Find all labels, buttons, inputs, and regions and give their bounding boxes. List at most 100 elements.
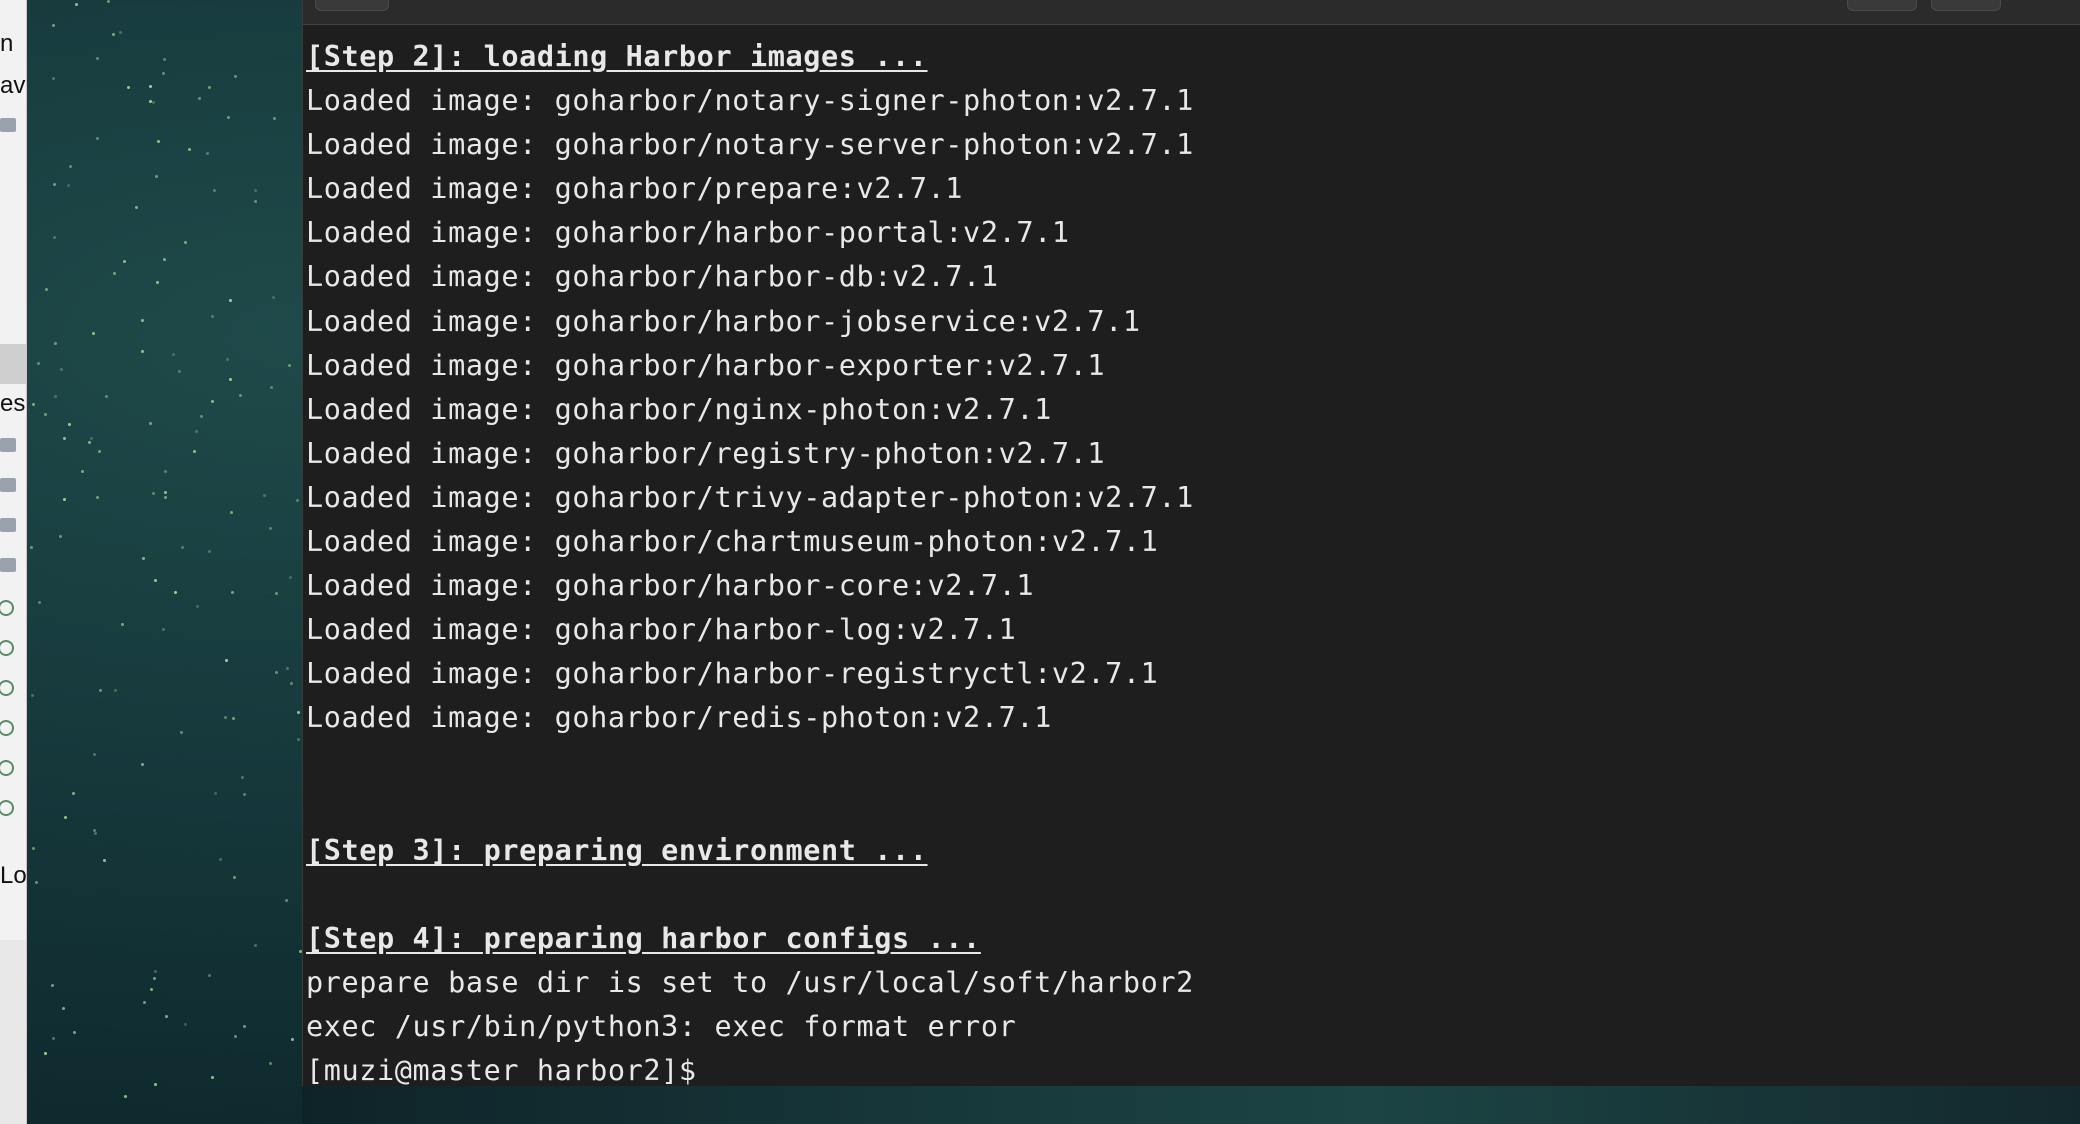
gear-icon[interactable] — [0, 640, 14, 656]
background-star — [243, 792, 247, 796]
background-star — [233, 1035, 237, 1039]
background-star — [162, 628, 166, 632]
background-star — [161, 71, 165, 75]
sidebar-text-fragment: es — [0, 390, 26, 417]
background-star — [45, 287, 49, 291]
background-star — [92, 828, 96, 832]
background-star — [192, 449, 196, 453]
desktop-background-bottom — [302, 1086, 2080, 1124]
background-star — [226, 115, 230, 119]
folder-icon[interactable] — [0, 558, 16, 572]
terminal-window[interactable]: [Step 2]: loading Harbor images ... Loade… — [302, 0, 2080, 1087]
file-browser-panel: n av es Lo — [0, 0, 27, 940]
background-star — [231, 717, 235, 721]
background-star — [95, 57, 99, 61]
background-star — [153, 1083, 157, 1087]
background-star — [154, 969, 158, 973]
background-star — [51, 1037, 55, 1041]
sidebar-text-fragment: Lo — [0, 862, 27, 889]
gear-icon[interactable] — [0, 800, 14, 816]
step-heading-text: [Step 4]: preparing harbor configs ... — [306, 921, 981, 955]
background-star — [71, 791, 75, 795]
background-star — [164, 496, 168, 500]
gear-icon[interactable] — [0, 600, 14, 616]
terminal-output-line: Loaded image: goharbor/trivy-adapter-pho… — [306, 480, 1194, 514]
background-star — [286, 667, 290, 671]
background-star — [269, 385, 273, 389]
background-star — [183, 241, 187, 245]
background-star — [97, 450, 101, 454]
terminal-output-line: Loaded image: goharbor/redis-photon:v2.7… — [306, 701, 1052, 735]
background-star — [113, 689, 117, 693]
background-star — [230, 510, 234, 514]
toolbar-button[interactable] — [1847, 0, 1917, 11]
terminal-output[interactable]: [Step 2]: loading Harbor images ... Loade… — [306, 35, 2071, 1093]
background-star — [75, 3, 79, 7]
step-heading-text: [Step 3]: preparing environment ... — [306, 833, 928, 867]
background-star — [36, 362, 40, 366]
background-star — [93, 832, 97, 836]
terminal-output-line: Loaded image: goharbor/harbor-core:v2.7.… — [306, 569, 1035, 603]
background-star — [51, 984, 55, 988]
terminal-output-line: Loaded image: goharbor/registry-photon:v… — [306, 436, 1106, 470]
background-star — [289, 576, 293, 580]
background-star — [164, 469, 168, 473]
background-star — [135, 205, 139, 209]
terminal-output-line: prepare base dir is set to /usr/local/so… — [306, 965, 1194, 999]
background-star — [154, 578, 158, 582]
background-star — [64, 815, 68, 819]
background-star — [92, 331, 96, 335]
background-star — [163, 58, 167, 62]
background-star — [30, 545, 34, 549]
background-star — [254, 188, 258, 192]
background-star — [68, 423, 72, 427]
background-star — [127, 86, 131, 90]
background-star — [63, 437, 67, 441]
background-star — [254, 944, 258, 948]
background-star — [297, 711, 301, 715]
background-star — [151, 101, 155, 104]
sidebar-text-fragment: n — [0, 30, 14, 57]
background-star — [297, 737, 301, 741]
terminal-toolbar — [303, 0, 2080, 25]
terminal-step-heading: [Step 3]: preparing environment ... — [306, 829, 2071, 873]
background-star — [98, 689, 102, 693]
background-star — [43, 1051, 47, 1055]
toolbar-tab-button[interactable] — [315, 0, 389, 11]
terminal-step-heading: [Step 2]: loading Harbor images ... — [306, 35, 2071, 79]
background-star — [208, 550, 212, 554]
toolbar-button[interactable] — [1931, 0, 2001, 11]
selected-row-highlight — [0, 344, 26, 384]
background-star — [285, 898, 289, 902]
background-star — [62, 497, 66, 501]
background-star — [263, 494, 267, 498]
gear-icon[interactable] — [0, 760, 14, 776]
terminal-output-line: exec /usr/bin/python3: exec format error — [306, 1010, 1017, 1044]
terminal-output-line: Loaded image: goharbor/harbor-log:v2.7.1 — [306, 613, 1017, 647]
background-star — [154, 175, 158, 179]
gear-icon[interactable] — [0, 720, 14, 736]
folder-icon[interactable] — [0, 478, 16, 492]
background-star — [291, 1038, 295, 1042]
background-star — [156, 140, 160, 144]
background-star — [225, 358, 229, 362]
background-star — [53, 341, 57, 345]
folder-icon[interactable] — [0, 118, 16, 132]
background-star — [200, 415, 204, 419]
background-star — [96, 136, 100, 140]
terminal-output-line: Loaded image: goharbor/nginx-photon:v2.7… — [306, 392, 1052, 426]
background-star — [269, 1061, 273, 1065]
background-star — [153, 976, 157, 980]
folder-icon[interactable] — [0, 518, 16, 532]
background-star — [32, 847, 36, 851]
gear-icon[interactable] — [0, 680, 14, 696]
background-star — [208, 973, 212, 977]
background-star — [225, 658, 229, 662]
background-star — [53, 235, 57, 239]
background-star — [68, 164, 72, 168]
folder-icon[interactable] — [0, 438, 16, 452]
background-star — [223, 715, 227, 719]
background-star — [62, 1006, 66, 1010]
background-star — [81, 469, 85, 473]
terminal-output-line: Loaded image: goharbor/prepare:v2.7.1 — [306, 172, 964, 206]
